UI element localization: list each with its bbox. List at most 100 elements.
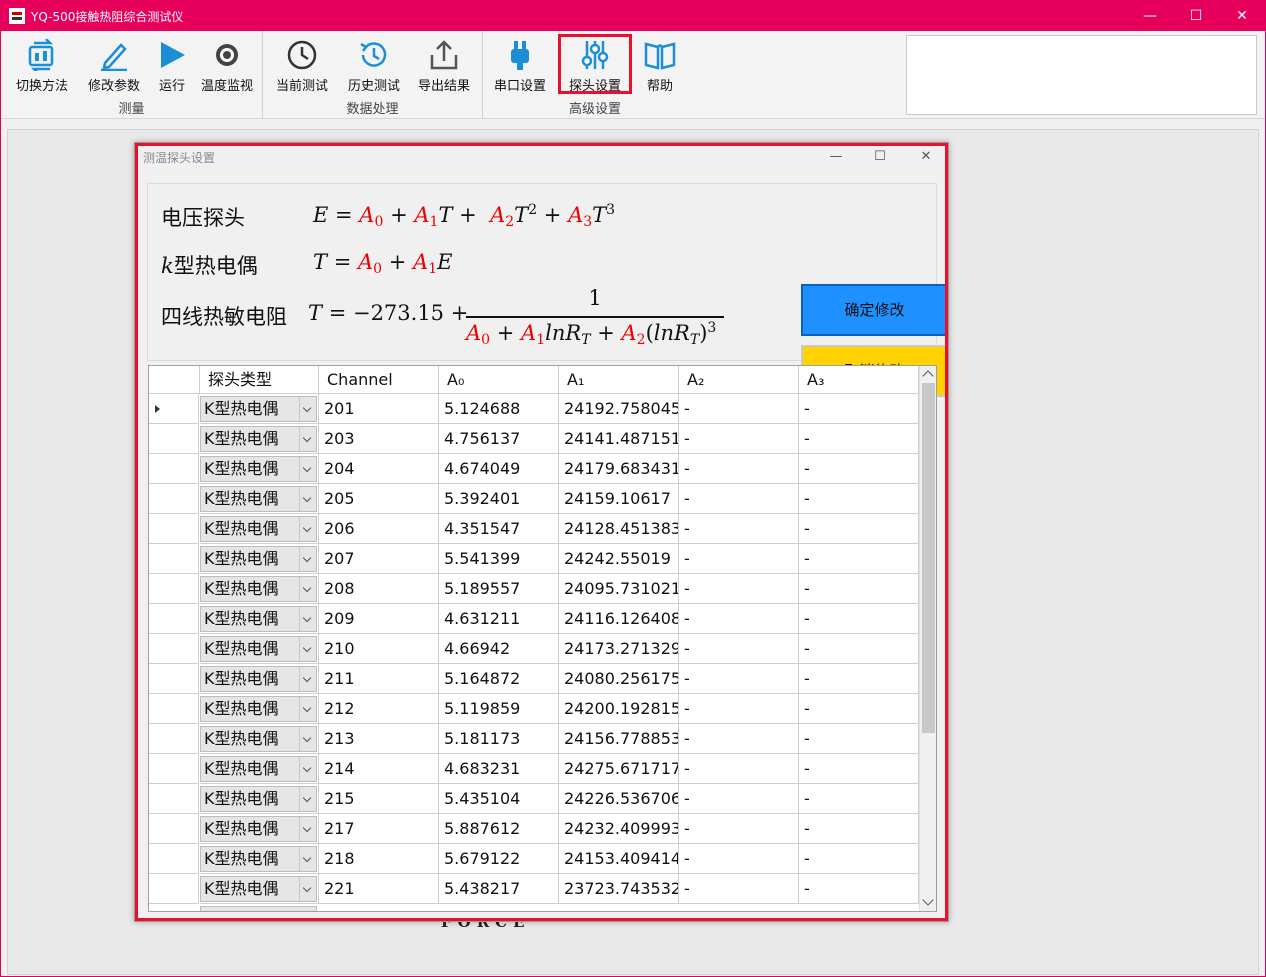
cell-a2[interactable]: - [679,604,799,634]
maximize-button[interactable]: ☐ [1173,1,1219,31]
cell-a2[interactable]: - [679,874,799,904]
cell-a2[interactable]: - [679,694,799,724]
col-header-a3[interactable]: A₃ [799,366,919,394]
table-row[interactable]: K型热电偶 207 5.541399 24242.55019- - [149,544,919,574]
cell-a0[interactable]: 5.181173 [439,724,559,754]
export-results-button[interactable]: 导出结果 [411,37,477,94]
probe-type-dropdown[interactable]: K型热电偶 [200,576,317,602]
cell-a1[interactable]: 24095.731021 [559,574,679,604]
chevron-down-icon[interactable] [299,667,316,691]
cell-a2[interactable]: - [679,544,799,574]
table-row[interactable]: K型热电偶 213 5.181173 24156.778853- - [149,724,919,754]
cell-a0[interactable]: 5.164872 [439,664,559,694]
cell-a1[interactable]: 24275.671717 [559,754,679,784]
col-header-a1[interactable]: A₁ [559,366,679,394]
cell-a3[interactable]: - [799,394,919,424]
probe-type-dropdown[interactable]: K型热电偶 [200,666,317,692]
cell-a2[interactable]: - [679,514,799,544]
cell-a3[interactable]: - [799,694,919,724]
probe-type-dropdown[interactable]: K型热电偶 [200,756,317,782]
chevron-down-icon[interactable] [299,847,316,871]
row-header[interactable] [149,694,199,724]
table-row[interactable]: K型热电偶 209 4.631211 24116.126408- - [149,604,919,634]
cell-a3[interactable]: - [799,874,919,904]
temp-monitor-button[interactable]: 温度监视 [195,37,259,94]
cell-a3[interactable]: - [799,544,919,574]
row-header[interactable] [149,574,199,604]
switch-method-button[interactable]: 切换方法 [9,37,75,94]
table-row[interactable]: K型热电偶 212 5.119859 24200.192815- - [149,694,919,724]
cell-channel[interactable]: 210 [319,634,439,664]
probe-type-dropdown[interactable]: K型热电偶 [200,816,317,842]
cell-a2[interactable]: - [679,784,799,814]
col-header-type[interactable]: 探头类型 [200,366,319,394]
col-header-a0[interactable]: A₀ [439,366,559,394]
table-row[interactable]: K型热电偶 210 4.66942 24173.271329- - [149,634,919,664]
run-button[interactable]: 运行 [149,37,195,94]
edit-params-button[interactable]: 修改参数 [81,37,147,94]
cell-a1[interactable]: 24173.271329 [559,634,679,664]
history-test-button[interactable]: 历史测试 [341,37,407,94]
cell-a3[interactable]: - [799,604,919,634]
cell-a1[interactable]: 24192.758045 [559,394,679,424]
table-row[interactable]: K型热电偶 215 5.435104 24226.536706- - [149,784,919,814]
cell-a0[interactable]: 5.124688 [439,394,559,424]
chevron-down-icon[interactable] [299,637,316,661]
table-row[interactable]: K型热电偶 211 5.164872 24080.256175- - [149,664,919,694]
cell-a0[interactable]: 4.674049 [439,454,559,484]
cell-channel[interactable]: 211 [319,664,439,694]
probe-data-grid[interactable]: 探头类型 Channel A₀ A₁ A₂ A₃ K型热电偶 201 5.12468… [148,365,937,912]
cell-a1[interactable]: 24080.256175 [559,664,679,694]
cell-a2[interactable]: - [679,814,799,844]
cell-a0[interactable]: 4.631211 [439,604,559,634]
row-header[interactable] [149,484,199,514]
cell-channel[interactable]: 204 [319,454,439,484]
cell-a2[interactable]: - [679,634,799,664]
cell-a2[interactable]: - [679,454,799,484]
table-row[interactable]: K型热电偶 208 5.189557 24095.731021- - [149,574,919,604]
cell-a3[interactable]: - [799,814,919,844]
cell-a0[interactable]: 4.756137 [439,424,559,454]
probe-type-dropdown[interactable]: K型热电偶 [200,486,317,512]
probe-type-dropdown[interactable]: K型热电偶 [200,606,317,632]
cell-a3[interactable]: - [799,514,919,544]
cell-a2[interactable]: - [679,664,799,694]
table-row[interactable]: K型热电偶 203 4.756137 24141.487151- - [149,424,919,454]
table-row[interactable]: K型热电偶 205 5.392401 24159.10617- - [149,484,919,514]
cell-a3[interactable]: - [799,754,919,784]
cell-channel[interactable]: 215 [319,784,439,814]
cell-a3[interactable]: - [799,634,919,664]
row-header[interactable] [149,754,199,784]
chevron-down-icon[interactable] [299,487,316,511]
chevron-down-icon[interactable] [299,457,316,481]
cell-a1[interactable]: 24128.451383 [559,514,679,544]
cell-a0[interactable]: 4.683231 [439,754,559,784]
chevron-down-icon[interactable] [299,757,316,781]
row-header[interactable] [149,814,199,844]
cell-a3[interactable]: - [799,724,919,754]
cell-a0[interactable]: 4.66942 [439,634,559,664]
chevron-down-icon[interactable] [299,427,316,451]
cell-channel[interactable]: 213 [319,724,439,754]
row-header[interactable] [149,664,199,694]
cell-a3[interactable]: - [799,784,919,814]
cell-channel[interactable]: 201 [319,394,439,424]
row-header[interactable] [149,874,199,904]
chevron-down-icon[interactable] [299,817,316,841]
row-header[interactable] [149,454,199,484]
cell-a0[interactable]: 5.119859 [439,694,559,724]
table-row[interactable]: K型热电偶 201 5.124688 24192.758045- - [149,394,919,424]
cell-a3[interactable]: - [799,424,919,454]
cell-channel[interactable]: 214 [319,754,439,784]
chevron-down-icon[interactable] [299,517,316,541]
confirm-changes-button[interactable]: 确定修改 [801,284,948,336]
cell-channel[interactable]: 207 [319,544,439,574]
current-test-button[interactable]: 当前测试 [269,37,335,94]
table-row[interactable]: K型热电偶 204 4.674049 24179.683431- - [149,454,919,484]
chevron-down-icon[interactable] [299,577,316,601]
cell-a2[interactable]: - [679,484,799,514]
cell-a0[interactable]: 5.679122 [439,844,559,874]
grid-vertical-scrollbar[interactable] [919,366,936,911]
probe-type-dropdown[interactable]: K型热电偶 [200,426,317,452]
table-row[interactable]: K型热电偶 217 5.887612 24232.409993- - [149,814,919,844]
